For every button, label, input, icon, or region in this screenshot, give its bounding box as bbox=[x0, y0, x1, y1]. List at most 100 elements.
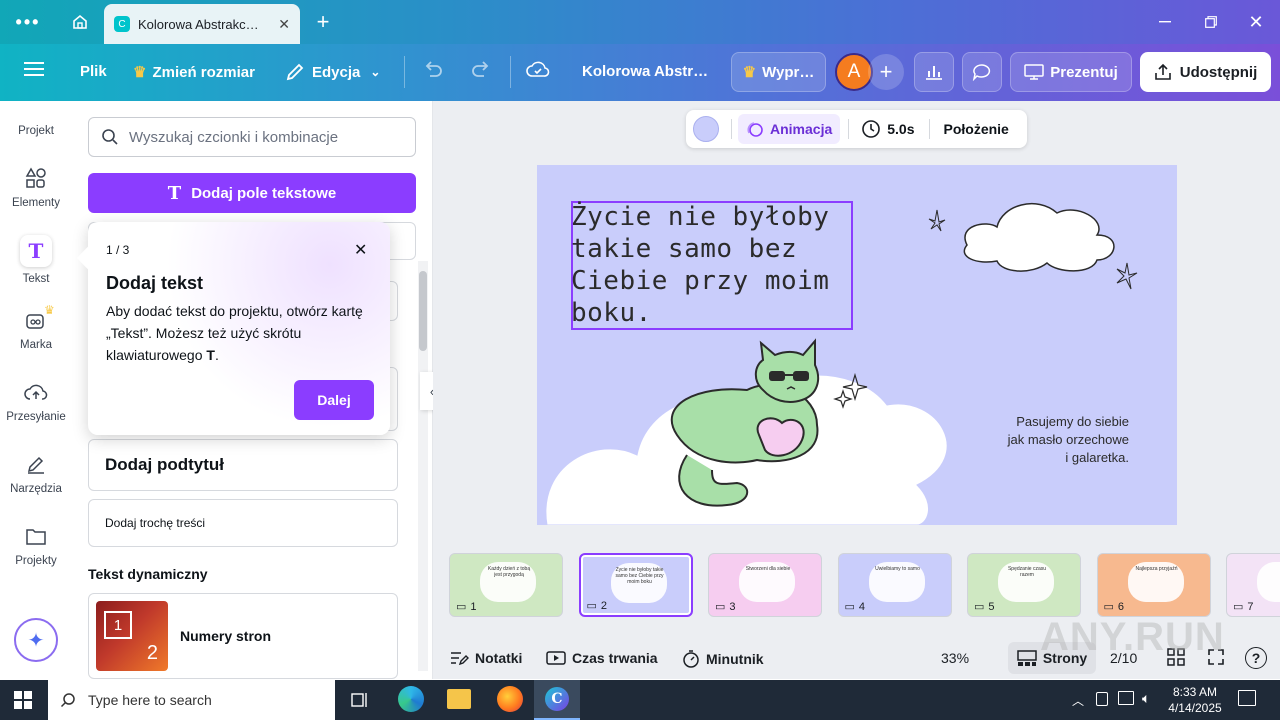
page-thumbnail[interactable]: Uwielbiamy to samo ▭ 4 bbox=[837, 553, 952, 617]
scrollbar-thumb[interactable] bbox=[419, 271, 427, 351]
browser-tab[interactable]: C Kolorowa Abstrakc… ✕ bbox=[104, 4, 300, 44]
thumbnail-number: ▭ 4 bbox=[845, 600, 866, 614]
task-view-icon[interactable] bbox=[350, 690, 370, 715]
restore-icon[interactable] bbox=[1200, 10, 1222, 34]
close-window-icon[interactable]: ✕ bbox=[1245, 10, 1267, 34]
resize-button[interactable]: ♛ Zmień rozmiar bbox=[133, 63, 255, 82]
duration-toggle[interactable]: Czas trwania bbox=[546, 649, 658, 667]
add-body-card[interactable]: Dodaj trochę treści bbox=[88, 499, 398, 547]
page-thumbnail[interactable]: Życie nie byłoby takie samo bez Ciebie p… bbox=[578, 553, 693, 617]
notes-button[interactable]: Notatki bbox=[449, 649, 522, 667]
magic-assistant-icon[interactable]: ✦ bbox=[14, 618, 58, 662]
share-button[interactable]: Udostępnij bbox=[1140, 52, 1271, 92]
page-thumbnail[interactable]: Stworzeni dla siebie ▭ 3 bbox=[708, 553, 822, 617]
duration-button[interactable]: 5.0s bbox=[861, 119, 915, 139]
page-numbers-card[interactable]: 1 2 Numery stron bbox=[88, 593, 398, 679]
search-placeholder: Wyszukaj czcionki i kombinacje bbox=[129, 128, 339, 146]
crown-icon: ♛ bbox=[44, 303, 55, 317]
windows-start-icon[interactable] bbox=[14, 691, 32, 714]
close-tab-icon[interactable]: ✕ bbox=[278, 16, 290, 33]
page-thumbnail[interactable]: ▭ 7 bbox=[1226, 553, 1280, 617]
thumbnail-number: ▭ 5 bbox=[974, 600, 995, 614]
page-numbers-label: Numery stron bbox=[180, 628, 272, 644]
try-pro-button[interactable]: ♛ Wypr… bbox=[731, 52, 826, 92]
slide-headline[interactable]: Życie nie byłoby takie samo bez Ciebie p… bbox=[571, 201, 831, 329]
file-menu[interactable]: Plik bbox=[80, 63, 107, 80]
home-icon[interactable] bbox=[66, 10, 94, 34]
cloud-saved-icon[interactable] bbox=[526, 60, 550, 80]
side-text-line-1: Pasujemy do siebie bbox=[1016, 414, 1129, 429]
slide-canvas[interactable]: Życie nie byłoby takie samo bez Ciebie p… bbox=[537, 165, 1177, 525]
notifications-icon[interactable] bbox=[1238, 690, 1256, 706]
volume-icon[interactable]: 🔈︎ bbox=[1142, 690, 1150, 707]
present-button[interactable]: Prezentuj bbox=[1010, 52, 1132, 92]
divider bbox=[731, 119, 732, 139]
file-explorer-icon[interactable] bbox=[447, 689, 471, 709]
tooltip-step: 1 / 3 bbox=[106, 243, 130, 257]
page-thumbnail[interactable]: Najlepsza przyjaźń ▭ 6 bbox=[1096, 553, 1211, 617]
new-tab-button[interactable]: + bbox=[310, 9, 336, 34]
background-color-swatch[interactable] bbox=[693, 116, 719, 142]
tooltip-next-button[interactable]: Dalej bbox=[294, 380, 374, 420]
undo-icon[interactable] bbox=[422, 60, 444, 80]
font-search-input[interactable]: Wyszukaj czcionki i kombinacje bbox=[88, 117, 416, 157]
tab-title: Kolorowa Abstrakc… bbox=[138, 16, 259, 32]
taskbar-clock[interactable]: 8:33 AM 4/14/2025 bbox=[1164, 684, 1226, 716]
canva-app-taskbar-button[interactable]: C bbox=[534, 680, 580, 720]
editing-mode-dropdown[interactable]: Edycja ⌄ bbox=[284, 61, 380, 83]
show-hidden-icons[interactable]: ︿ bbox=[1072, 692, 1084, 709]
side-text-line-3: i galaretka. bbox=[1065, 450, 1129, 465]
rail-item-elements[interactable]: Elementy bbox=[0, 165, 72, 209]
taskbar-search-box[interactable]: Type here to search bbox=[48, 680, 335, 720]
firefox-icon[interactable] bbox=[497, 686, 523, 712]
document-title[interactable]: Kolorowa Abstr… bbox=[582, 63, 708, 80]
redo-icon[interactable] bbox=[470, 60, 492, 80]
onboarding-tooltip: 1 / 3 ✕ Dodaj tekst Aby dodać tekst do p… bbox=[76, 222, 390, 435]
present-label: Prezentuj bbox=[1050, 63, 1118, 81]
thumbnail-text: Każdy dzień z tobą jest przygodą bbox=[487, 566, 531, 578]
stopwatch-icon bbox=[683, 650, 699, 668]
anyrun-watermark: ANY.RUN bbox=[1040, 615, 1225, 659]
rail-item-brand[interactable]: ♛ Marka bbox=[0, 303, 72, 351]
animation-button[interactable]: Animacja bbox=[738, 114, 841, 144]
folder-icon bbox=[23, 523, 49, 549]
network-icon[interactable] bbox=[1118, 691, 1134, 705]
rail-item-uploads[interactable]: Przesyłanie bbox=[0, 379, 72, 423]
edge-browser-icon[interactable] bbox=[398, 686, 424, 712]
dynamic-text-heading: Tekst dynamiczny bbox=[88, 566, 208, 582]
page-thumbnail[interactable]: Spędzanie czasu razem ▭ 5 bbox=[967, 553, 1081, 617]
thumbnail-text: Spędzanie czasu razem bbox=[1007, 566, 1047, 578]
timeline-icon bbox=[546, 651, 566, 665]
zoom-level[interactable]: 33% bbox=[941, 650, 969, 666]
cloud-upload-icon bbox=[23, 379, 49, 405]
browser-menu-icon[interactable]: ••• bbox=[14, 10, 42, 34]
rail-item-label: Elementy bbox=[12, 197, 60, 209]
battery-icon[interactable] bbox=[1096, 692, 1108, 706]
thumbnail-number: ▭ 1 bbox=[456, 600, 477, 614]
hamburger-icon[interactable] bbox=[24, 60, 46, 78]
slide-side-text[interactable]: Pasujemy do siebie jak masło orzechowe i… bbox=[977, 413, 1129, 467]
elements-icon bbox=[23, 165, 49, 191]
help-icon[interactable]: ? bbox=[1245, 647, 1267, 669]
rail-item-projects[interactable]: Projekty bbox=[0, 523, 72, 567]
insights-icon[interactable] bbox=[914, 52, 954, 92]
shortcut-key: T bbox=[206, 347, 215, 363]
comment-icon[interactable] bbox=[962, 52, 1002, 92]
position-button[interactable]: Położenie bbox=[944, 121, 1009, 137]
rail-item-project[interactable]: Projekt bbox=[0, 125, 72, 137]
thumbnail-text bbox=[1261, 566, 1280, 596]
add-textbox-button[interactable]: T Dodaj pole tekstowe bbox=[88, 173, 416, 213]
add-subtitle-card[interactable]: Dodaj podtytuł bbox=[88, 439, 398, 491]
timer-button[interactable]: Minutnik bbox=[682, 649, 764, 669]
page-thumbnail[interactable]: Każdy dzień z tobą jest przygodą ▭ 1 bbox=[449, 553, 563, 617]
clock-date: 4/14/2025 bbox=[1168, 701, 1222, 715]
presenter-icon: ▭ bbox=[456, 601, 467, 613]
close-icon[interactable]: ✕ bbox=[354, 240, 367, 260]
tooltip-body-text: Aby dodać tekst do projektu, otwórz kart… bbox=[106, 303, 363, 363]
rail-item-tools[interactable]: Narzędzia bbox=[0, 451, 72, 495]
rail-item-text[interactable]: T Tekst bbox=[0, 235, 72, 285]
add-collaborator-icon[interactable]: + bbox=[868, 54, 904, 90]
tools-icon bbox=[23, 451, 49, 477]
panel-scrollbar[interactable] bbox=[418, 261, 428, 671]
minimize-icon[interactable] bbox=[1154, 10, 1176, 34]
